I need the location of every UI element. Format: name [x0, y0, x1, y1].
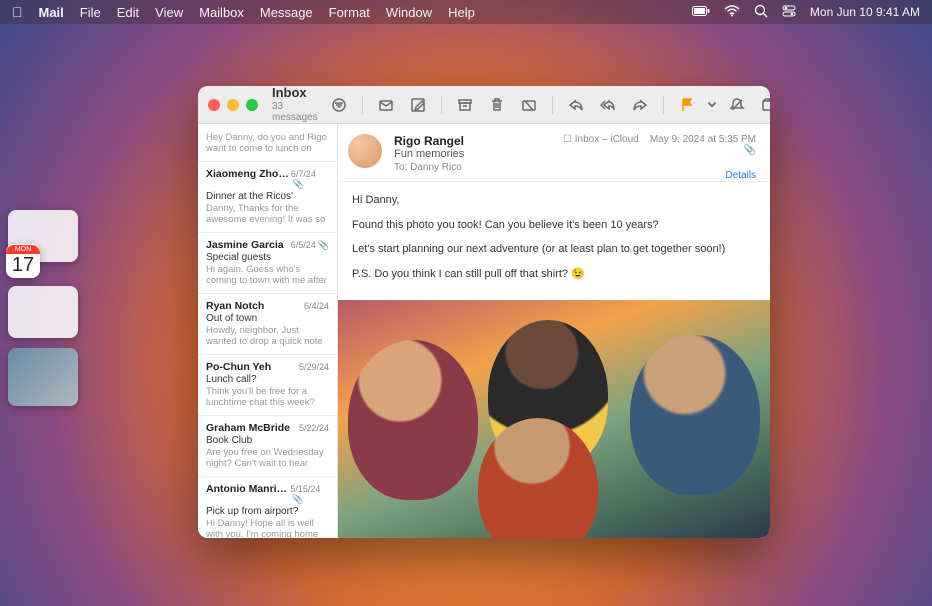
list-item-date: 6/4/24: [304, 301, 329, 311]
list-item[interactable]: Antonio Manriquez5/15/24📎Pick up from ai…: [198, 477, 337, 538]
list-item-subject: Pick up from airport?: [206, 506, 329, 517]
forward-button[interactable]: [627, 93, 653, 117]
filter-button[interactable]: [326, 93, 352, 117]
reply-button[interactable]: [563, 93, 589, 117]
menu-message[interactable]: Message: [260, 5, 313, 20]
archive-button[interactable]: [452, 93, 478, 117]
list-item-preview: Hi Danny! Hope all is well with you. I'm…: [206, 518, 329, 538]
list-item[interactable]: Graham McBride 5/22/24 Book ClubAre you fr…: [198, 416, 337, 477]
attachment-icon: 📎: [293, 179, 304, 189]
spotlight-icon[interactable]: [754, 4, 768, 21]
menu-view[interactable]: View: [155, 5, 183, 20]
menu-format[interactable]: Format: [329, 5, 370, 20]
list-item-preview: Hi again. Guess who's coming to town wit…: [206, 264, 329, 286]
list-item-date: 5/22/24: [299, 423, 329, 433]
compose-button[interactable]: [405, 93, 431, 117]
list-item[interactable]: Po-Chun Yeh 5/29/24 Lunch call?Think you'l…: [198, 355, 337, 416]
menubar-clock[interactable]: Mon Jun 10 9:41 AM: [810, 5, 920, 19]
menu-edit[interactable]: Edit: [117, 5, 139, 20]
list-item-from: Po-Chun Yeh: [206, 361, 271, 373]
control-center-icon[interactable]: [782, 5, 796, 20]
window-maximize-button[interactable]: [246, 99, 258, 111]
window-title: Inbox: [272, 86, 318, 100]
window-close-button[interactable]: [208, 99, 220, 111]
move-button[interactable]: [756, 93, 770, 117]
list-item-from: Xiaomeng Zhong: [206, 168, 291, 180]
list-item[interactable]: Ryan Notch 6/4/24 Out of townHowdy, neighb…: [198, 294, 337, 355]
widget-calendar-icon[interactable]: MON 17: [6, 244, 40, 278]
apple-menu-icon[interactable]: : [12, 4, 23, 20]
list-item-preview: Think you'll be free for a lunchtime cha…: [206, 386, 329, 408]
menubar-app[interactable]: Mail: [39, 5, 64, 20]
desktop-widgets: MON 17: [8, 210, 88, 406]
to-label: To:: [394, 162, 407, 173]
message-folder: ☐ Inbox – iCloud: [563, 134, 639, 145]
attachment-icon: 📎: [292, 494, 303, 504]
widget-note[interactable]: [8, 286, 78, 338]
junk-button[interactable]: [516, 93, 542, 117]
mute-button[interactable]: [724, 93, 750, 117]
menu-file[interactable]: File: [80, 5, 101, 20]
list-item-preview: Danny, Thanks for the awesome evening! I…: [206, 203, 329, 225]
list-item-subject: Special guests: [206, 252, 329, 263]
list-item-date: 6/7/24📎: [291, 169, 329, 190]
list-item-date: 5/29/24: [299, 362, 329, 372]
message-body-line: Found this photo you took! Can you belie…: [352, 217, 756, 234]
list-item-subject: Lunch call?: [206, 374, 329, 385]
mail-window: Inbox 33 messages Hey Danny, do you and …: [198, 86, 770, 538]
list-item[interactable]: Jasmine Garcia 6/5/24📎Special guestsHi ag…: [198, 233, 337, 294]
details-link[interactable]: Details: [563, 170, 756, 181]
to-recipient: Danny Rico: [410, 162, 462, 173]
menu-mailbox[interactable]: Mailbox: [199, 5, 244, 20]
flag-menu-button[interactable]: [706, 93, 718, 117]
list-item-preview: Howdy, neighbor, Just wanted to drop a q…: [206, 325, 329, 347]
message-pane: Rigo Rangel Fun memories To: Danny Rico …: [338, 124, 770, 538]
list-item-date: 6/5/24📎: [291, 240, 329, 251]
menubar:  Mail File Edit View Mailbox Message Fo…: [0, 0, 932, 24]
message-header: Rigo Rangel Fun memories To: Danny Rico …: [338, 124, 770, 182]
list-item-subject: Out of town: [206, 313, 329, 324]
list-item-preview: Are you free on Wednesday night? Can't w…: [206, 447, 329, 469]
toolbar: [326, 93, 770, 117]
new-message-button[interactable]: [373, 93, 399, 117]
window-subtitle: 33 messages: [272, 101, 318, 123]
list-item[interactable]: Hey Danny, do you and Rigo want to come …: [198, 124, 337, 162]
message-body-line: Hi Danny,: [352, 192, 756, 209]
sender-avatar[interactable]: [348, 134, 382, 168]
menu-window[interactable]: Window: [386, 5, 432, 20]
flag-button[interactable]: [674, 93, 700, 117]
message-attachment-image[interactable]: [338, 300, 770, 538]
attachment-icon: 📎: [318, 240, 329, 250]
list-item-from: Ryan Notch: [206, 300, 264, 312]
list-item-subject: Book Club: [206, 435, 329, 446]
list-item-from: Graham McBride: [206, 422, 290, 434]
list-item-from: Antonio Manriquez: [206, 483, 290, 495]
list-item-from: Jasmine Garcia: [206, 239, 284, 251]
battery-icon[interactable]: [692, 5, 710, 19]
message-body-line: P.S. Do you think I can still pull off t…: [352, 266, 756, 283]
list-item-date: 5/15/24📎: [290, 484, 329, 505]
message-body: Hi Danny, Found this photo you took! Can …: [338, 182, 770, 300]
window-title-box: Inbox 33 messages: [272, 86, 318, 122]
list-item[interactable]: Xiaomeng Zhong6/7/24📎Dinner at the Ricos…: [198, 162, 337, 233]
menu-help[interactable]: Help: [448, 5, 475, 20]
calendar-icon-label: MON: [6, 245, 40, 254]
attachment-indicator-icon: 📎: [563, 145, 756, 156]
reply-all-button[interactable]: [595, 93, 621, 117]
window-titlebar[interactable]: Inbox 33 messages: [198, 86, 770, 124]
widget-photos[interactable]: [8, 348, 78, 406]
message-list[interactable]: Hey Danny, do you and Rigo want to come …: [198, 124, 338, 538]
message-body-line: Let's start planning our next adventure …: [352, 241, 756, 258]
calendar-icon-day: 17: [12, 254, 34, 277]
list-item-preview: Hey Danny, do you and Rigo want to come …: [206, 132, 329, 154]
window-minimize-button[interactable]: [227, 99, 239, 111]
traffic-lights: [208, 99, 258, 111]
trash-button[interactable]: [484, 93, 510, 117]
list-item-subject: Dinner at the Ricos': [206, 191, 329, 202]
wifi-icon[interactable]: [724, 5, 740, 20]
message-date: May 9, 2024 at 5:35 PM: [650, 134, 756, 145]
